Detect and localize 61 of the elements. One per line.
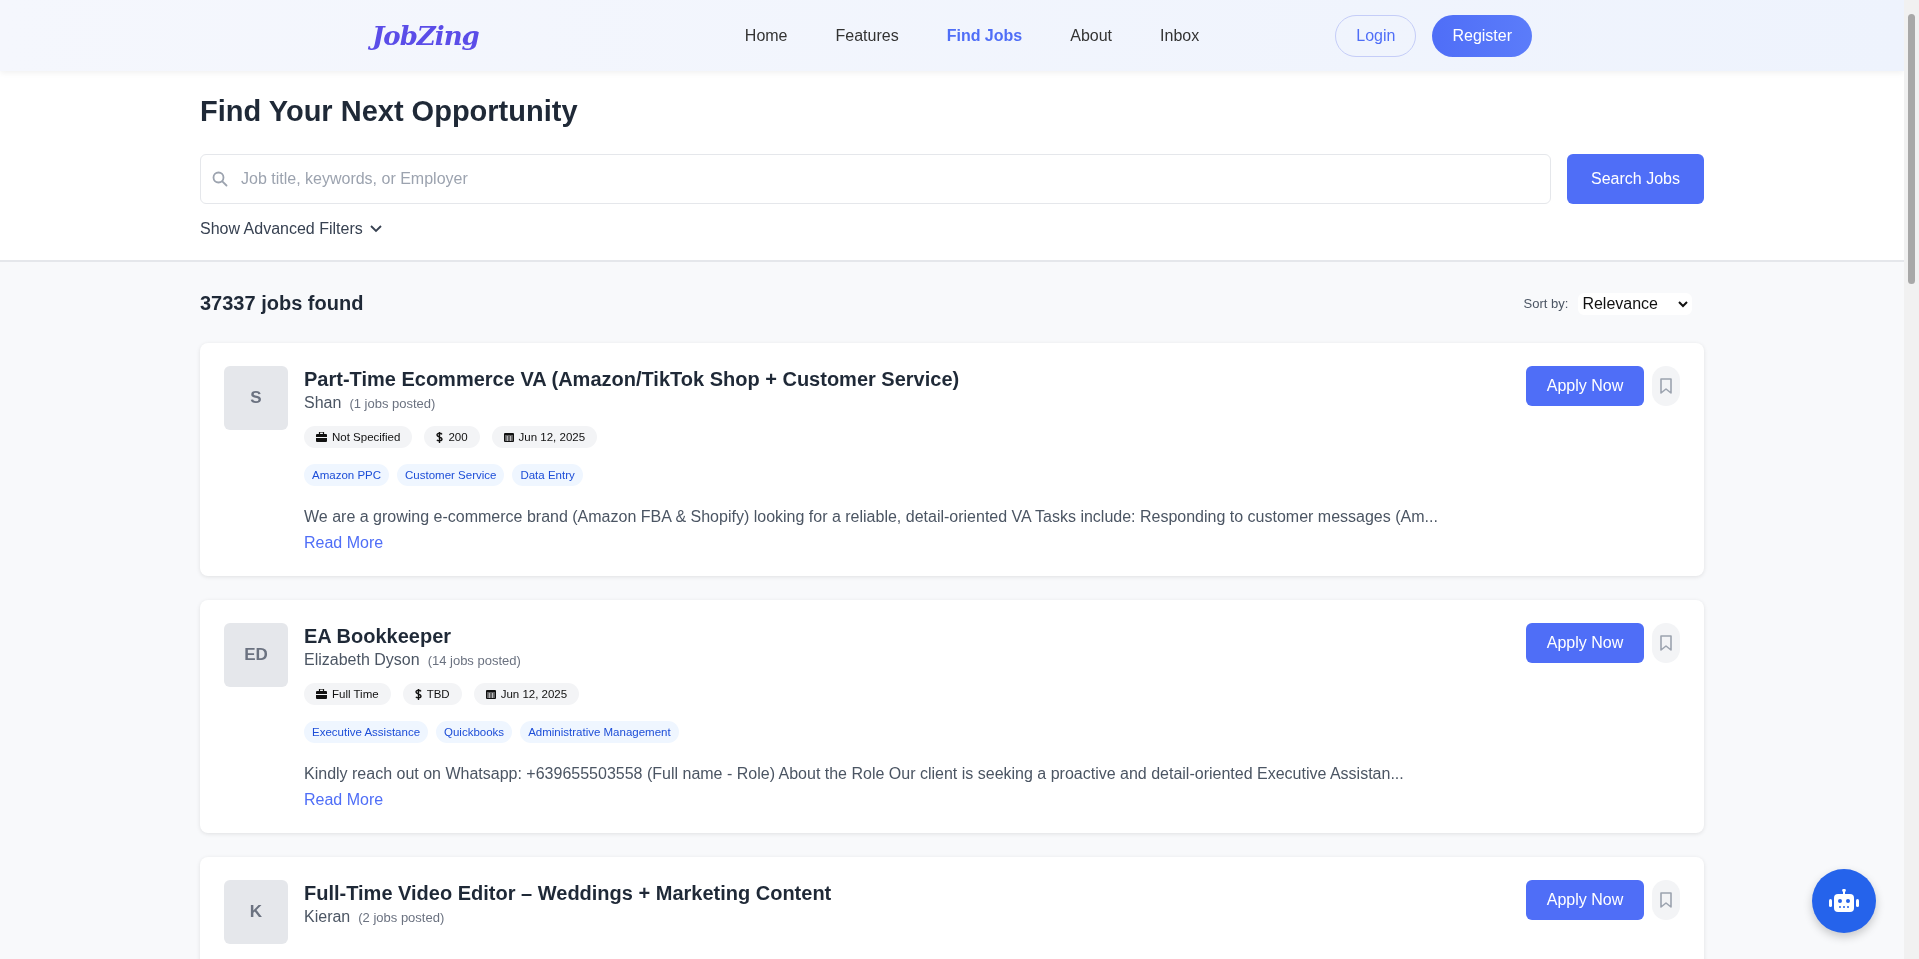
apply-button[interactable]: Apply Now	[1526, 623, 1644, 663]
skill-tag[interactable]: Data Entry	[512, 464, 583, 486]
employer-name: Elizabeth Dyson	[304, 651, 420, 669]
posted-date: Jun 12, 2025	[518, 431, 586, 443]
nav-link[interactable]: About	[1046, 26, 1137, 45]
pay-text: 200	[448, 431, 468, 443]
jobs-posted-count: (2 jobs posted)	[358, 910, 445, 925]
skill-tag[interactable]: Executive Assistance	[304, 721, 429, 743]
apply-button[interactable]: Apply Now	[1526, 880, 1644, 920]
dollar-icon	[414, 688, 422, 700]
calendar-icon	[503, 432, 514, 442]
robot-icon	[1829, 889, 1859, 913]
read-more-link[interactable]: Read More	[304, 534, 384, 552]
search-field[interactable]: Job title, keywords, or Employer	[200, 154, 1551, 204]
job-type-text: Full Time	[332, 688, 379, 700]
bookmark-icon	[1660, 892, 1672, 908]
posted-date: Jun 12, 2025	[500, 688, 568, 700]
bookmark-icon	[1660, 635, 1672, 651]
search-button[interactable]: Search Jobs	[1567, 154, 1704, 204]
job-type-text: Not Specified	[332, 431, 401, 443]
search-icon	[212, 171, 228, 187]
skill-tag[interactable]: Amazon PPC	[304, 464, 390, 486]
jobs-posted-count: (14 jobs posted)	[427, 653, 521, 668]
bookmark-icon	[1660, 378, 1672, 394]
advanced-filters-toggle[interactable]: Show Advanced Filters	[200, 220, 383, 238]
pay-text: TBD	[426, 688, 450, 700]
chevron-down-icon	[1678, 299, 1688, 308]
chevron-down-icon	[368, 224, 383, 234]
skill-tag[interactable]: Customer Service	[397, 464, 505, 486]
nav-link[interactable]: Inbox	[1136, 26, 1224, 45]
company-avatar: ED	[224, 623, 288, 687]
skill-tag[interactable]: Administrative Management	[520, 721, 679, 743]
results-count: 37337 jobs found	[200, 292, 364, 315]
bookmark-button[interactable]	[1652, 366, 1680, 406]
job-title[interactable]: EA Bookkeeper	[304, 623, 1510, 649]
calendar-icon	[485, 689, 496, 699]
read-more-link[interactable]: Read More	[304, 791, 384, 809]
page-title: Find Your Next Opportunity	[200, 95, 579, 128]
briefcase-icon	[316, 689, 327, 699]
sort-label: Sort by:	[1523, 296, 1569, 311]
nav-link[interactable]: Find Jobs	[922, 26, 1047, 45]
register-button[interactable]: Register	[1432, 14, 1532, 57]
company-avatar: S	[224, 366, 288, 430]
nav-link[interactable]: Features	[811, 26, 923, 45]
company-avatar: K	[224, 880, 288, 944]
chatbot-button[interactable]	[1812, 869, 1876, 933]
dollar-icon	[436, 431, 444, 443]
bookmark-button[interactable]	[1652, 623, 1680, 663]
sort-dropdown[interactable]: Relevance	[1578, 292, 1692, 315]
skill-tag[interactable]: Quickbooks	[436, 721, 513, 743]
employer-name: Shan	[304, 394, 342, 412]
briefcase-icon	[316, 432, 327, 442]
apply-button[interactable]: Apply Now	[1526, 366, 1644, 406]
job-description: Kindly reach out on Whatsapp: +639655503558 (Full name - Role) About the Role Our client is seeking a proactive and detail-oriented Executive Assistan...	[304, 765, 1405, 783]
nav-link[interactable]: Home	[720, 26, 812, 45]
bookmark-button[interactable]	[1652, 880, 1680, 920]
job-title[interactable]: Part-Time Ecommerce VA (Amazon/TikTok Shop + Customer Service)	[304, 366, 1510, 392]
job-title[interactable]: Full-Time Video Editor – Weddings + Marketing Content	[304, 880, 1510, 906]
employer-name: Kieran	[304, 908, 351, 926]
job-description: We are a growing e-commerce brand (Amazon FBA & Shopify) looking for a reliable, detail-oriented VA Tasks include: Responding to customer messages (Am...	[304, 508, 1439, 526]
jobs-posted-count: (1 jobs posted)	[349, 396, 436, 411]
